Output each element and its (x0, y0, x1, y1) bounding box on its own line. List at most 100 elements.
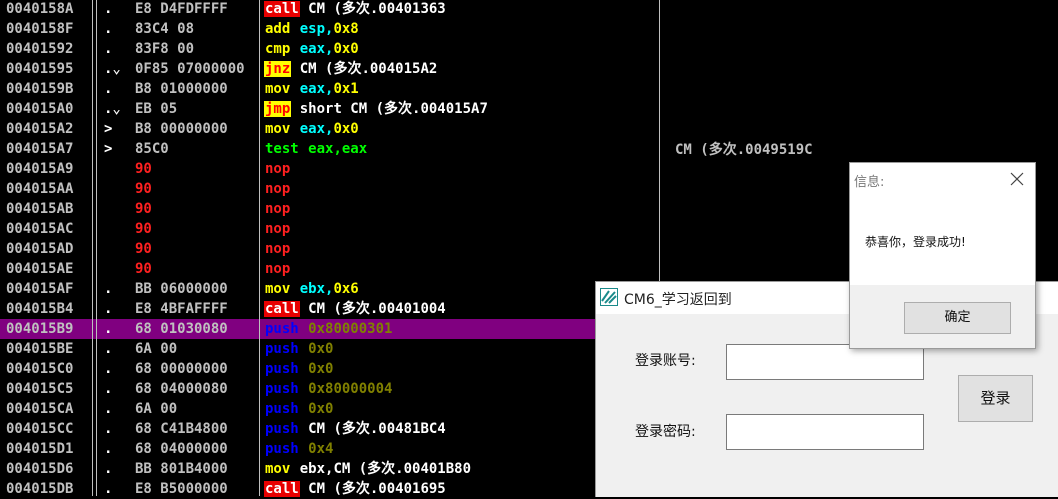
message-dialog: 信息: 恭喜你，登录成功! 确定 (849, 162, 1036, 349)
address-cell: 004015B4 (6, 301, 74, 317)
disassembly-row[interactable]: 004015A9 90 nop (0, 159, 660, 179)
address-cell: 004015D6 (6, 461, 74, 477)
jump-marker: . (104, 321, 113, 337)
hex-bytes-cell: 6A 00 (135, 341, 178, 357)
hex-bytes-cell: B8 00000000 (135, 121, 228, 137)
close-icon[interactable] (1009, 171, 1025, 187)
immediate-value: 0x0 (333, 41, 359, 57)
jump-marker: . (104, 401, 113, 417)
mnemonic: call (264, 1, 300, 17)
disassembly-row[interactable]: 0040158A. E8 D4FDFFFF call CM (多次.00401363 (0, 0, 660, 19)
disassembly-row[interactable]: 004015DB. E8 B5000000 call CM (多次.00401695 (0, 479, 660, 499)
operand: 0x0 (308, 361, 334, 377)
address-cell: 004015D1 (6, 441, 74, 457)
address-cell: 004015AB (6, 201, 74, 217)
operand: ebx,CM (多次.00401B80 (299, 461, 472, 477)
operand: eax,eax (308, 141, 368, 157)
hex-bytes-cell: 83F8 00 (135, 41, 195, 57)
jump-marker: . (104, 1, 113, 17)
disassembly-row[interactable]: 004015AC 90 nop (0, 219, 660, 239)
hex-bytes-cell: 83C4 08 (135, 21, 195, 37)
disassembly-row[interactable]: 004015CC. 68 C41B4800 push CM (多次.00481BC4 (0, 419, 660, 439)
jump-marker: . (104, 481, 113, 497)
hex-bytes-cell: 90 (135, 221, 152, 237)
mnemonic: call (264, 301, 300, 317)
operand: CM (多次.00401363 (308, 1, 446, 17)
mnemonic: jmp (264, 101, 292, 117)
instruction-cell: cmp eax,0x0 (264, 39, 654, 59)
mnemonic: push (265, 361, 299, 377)
address-cell: 0040159B (6, 81, 74, 97)
disassembly-row[interactable]: 004015A2 > B8 00000000 mov eax,0x0 (0, 119, 660, 139)
disassembly-row[interactable]: 004015CA. 6A 00 push 0x0 (0, 399, 660, 419)
mnemonic: push (265, 401, 299, 417)
address-cell: 00401592 (6, 41, 74, 57)
disassembly-row[interactable]: 004015AE 90 nop (0, 259, 660, 279)
disassembly-row[interactable]: 004015B9. 68 01030080 push 0x80000301 (0, 319, 660, 339)
jump-marker: > (104, 141, 113, 157)
disassembly-row[interactable]: 004015C0. 68 00000000 push 0x0 (0, 359, 660, 379)
disassembly-row[interactable]: 004015AB 90 nop (0, 199, 660, 219)
jump-marker: . (104, 81, 113, 97)
instruction-cell: nop (264, 219, 654, 239)
ok-button[interactable]: 确定 (904, 302, 1011, 334)
instruction-cell: jnz CM (多次.004015A2 (264, 59, 654, 79)
hex-bytes-cell: 68 00000000 (135, 361, 228, 377)
operand: eax,0x0 (300, 41, 359, 57)
jump-marker: . (104, 361, 113, 377)
instruction-cell: jmp short CM (多次.004015A7 (264, 99, 654, 119)
hex-bytes-cell: 6A 00 (135, 401, 178, 417)
mnemonic: mov (265, 461, 291, 477)
disassembly-row[interactable]: 0040159B. B8 01000000 mov eax,0x1 (0, 79, 660, 99)
address-cell: 004015A9 (6, 161, 74, 177)
address-cell: 004015C0 (6, 361, 74, 377)
disassembly-row[interactable]: 004015AF. BB 06000000 mov ebx,0x6 (0, 279, 660, 299)
address-cell: 004015DB (6, 481, 74, 497)
password-input[interactable] (726, 414, 924, 450)
jump-marker: . (104, 461, 113, 477)
disassembly-row[interactable]: 004015D6. BB 801B4000 mov ebx,CM (多次.00401… (0, 459, 660, 479)
jump-marker: . (104, 341, 113, 357)
instruction-cell: add esp,0x8 (264, 19, 654, 39)
comment-text: CM (多次.0049519C (675, 142, 813, 158)
dialog-title: 信息: (854, 175, 885, 190)
operand: 0x80000004 (308, 381, 393, 397)
address-cell: 004015A2 (6, 121, 74, 137)
instruction-cell: nop (264, 259, 654, 279)
address-cell: 00401595 (6, 61, 74, 77)
dialog-footer: 确定 (850, 285, 1035, 348)
disassembly-row[interactable]: 00401592. 83F8 00 cmp eax,0x0 (0, 39, 660, 59)
login-button[interactable]: 登录 (958, 375, 1033, 422)
operand: 0x80000301 (308, 321, 393, 337)
disassembly-row[interactable]: 004015AD 90 nop (0, 239, 660, 259)
disassembly-row[interactable]: 0040158F. 83C4 08 add esp,0x8 (0, 19, 660, 39)
register: eax, (299, 81, 334, 97)
address-cell: 004015CA (6, 401, 74, 417)
operand: CM (多次.004015A2 (299, 61, 438, 77)
account-input[interactable] (726, 344, 924, 380)
mnemonic: call (264, 481, 300, 497)
hex-bytes-cell: 68 01030080 (135, 321, 228, 337)
disassembly-row[interactable]: 004015B4. E8 4BFAFFFF call CM (多次.00401004 (0, 299, 660, 319)
hex-bytes-cell: 68 04000080 (135, 381, 228, 397)
address-cell: 0040158A (6, 1, 74, 17)
disassembly-row[interactable]: 004015AA 90 nop (0, 179, 660, 199)
hex-bytes-cell: 85C0 (135, 141, 169, 157)
disassembly-row[interactable]: 004015D1. 68 04000000 push 0x4 (0, 439, 660, 459)
immediate-value: 0x6 (333, 281, 359, 297)
mnemonic: push (265, 341, 299, 357)
disassembly-row[interactable]: 004015A0 .⌄ EB 05 jmp short CM (多次.004015A7 (0, 99, 660, 119)
hex-bytes-cell: 90 (135, 241, 152, 257)
mnemonic: nop (265, 161, 291, 177)
address-cell: 004015BE (6, 341, 74, 357)
hex-bytes-cell: E8 4BFAFFFF (135, 301, 228, 317)
instruction-cell: nop (264, 159, 654, 179)
disassembly-row[interactable]: 004015BE. 6A 00 push 0x0 (0, 339, 660, 359)
address-cell: 004015AA (6, 181, 74, 197)
disassembly-row[interactable]: 004015A7 >85C0 test eax,eax (0, 139, 660, 159)
operand: esp,0x8 (300, 21, 359, 37)
disassembly-row[interactable]: 004015C5. 68 04000080 push 0x80000004 (0, 379, 660, 399)
disassembly-row[interactable]: 00401595 .⌄ 0F85 07000000 jnz CM (多次.004015… (0, 59, 660, 79)
app-icon (600, 288, 618, 306)
register: esp, (299, 21, 334, 37)
